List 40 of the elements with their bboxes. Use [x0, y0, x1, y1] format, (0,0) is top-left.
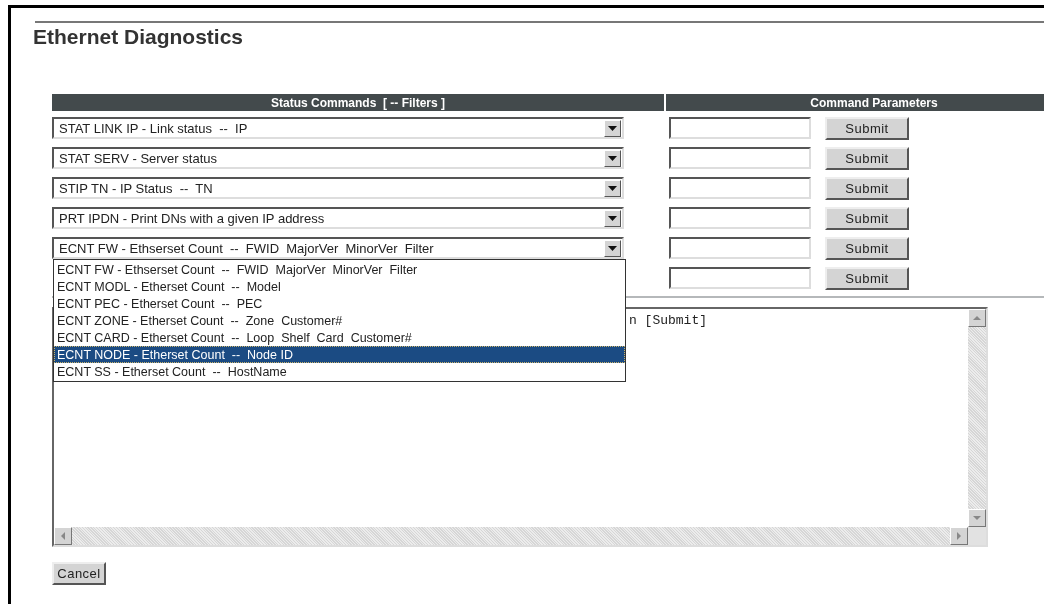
command-select[interactable]: PRT IPDN - Print DNs with a given IP address: [52, 207, 624, 229]
submit-button[interactable]: Submit: [825, 206, 909, 230]
vertical-scrollbar[interactable]: [968, 309, 986, 527]
submit-button[interactable]: Submit: [825, 266, 909, 290]
command-select[interactable]: ECNT FW - Ethserset Count -- FWID MajorVer MinorVer Filter: [52, 237, 624, 259]
parameter-field[interactable]: [669, 147, 811, 169]
command-select[interactable]: STAT SERV - Server status: [52, 147, 624, 169]
column-header: Status Commands [ -- Filters ]: [52, 94, 664, 111]
command-select[interactable]: STIP TN - IP Status -- TN: [52, 177, 624, 199]
parameter-field[interactable]: [669, 117, 811, 139]
dropdown-arrow-icon: [608, 185, 617, 191]
scroll-up-icon: [973, 316, 981, 320]
dropdown-arrow-icon: [608, 215, 617, 221]
parameter-field[interactable]: [669, 267, 811, 289]
column-header: Command Parameters: [666, 94, 1044, 111]
scroll-right-icon: [957, 532, 961, 540]
dropdown-option[interactable]: ECNT MODL - Etherset Count -- Model: [54, 278, 625, 295]
dropdown-option[interactable]: ECNT CARD - Etherset Count -- Loop Shelf Card Customer#: [54, 329, 625, 346]
dropdown-arrow-icon: [608, 125, 617, 131]
submit-button[interactable]: Submit: [825, 176, 909, 200]
submit-button[interactable]: Submit: [825, 146, 909, 170]
scroll-left-icon: [61, 532, 65, 540]
scrollbar-corner: [968, 527, 986, 545]
cancel-button[interactable]: Cancel: [52, 562, 106, 585]
command-select[interactable]: STAT LINK IP - Link status -- IP: [52, 117, 624, 139]
horizontal-scrollbar[interactable]: [54, 527, 968, 545]
submit-button[interactable]: Submit: [825, 116, 909, 140]
dropdown-option[interactable]: ECNT SS - Etherset Count -- HostName: [54, 363, 625, 380]
output-text: n [Submit]: [629, 313, 707, 328]
parameter-field[interactable]: [669, 177, 811, 199]
parameter-field[interactable]: [669, 207, 811, 229]
scroll-down-icon: [973, 516, 981, 520]
submit-button[interactable]: Submit: [825, 236, 909, 260]
dropdown-option[interactable]: ECNT ZONE - Etherset Count -- Zone Customer#: [54, 312, 625, 329]
page-title: Ethernet Diagnostics: [33, 25, 245, 49]
dropdown-option[interactable]: ECNT NODE - Etherset Count -- Node ID: [54, 346, 625, 363]
dropdown-option[interactable]: ECNT FW - Ethserset Count -- FWID MajorVer MinorVer Filter: [54, 261, 625, 278]
dropdown-arrow-icon: [608, 245, 617, 251]
parameter-field[interactable]: [669, 237, 811, 259]
dropdown-arrow-icon: [608, 155, 617, 161]
